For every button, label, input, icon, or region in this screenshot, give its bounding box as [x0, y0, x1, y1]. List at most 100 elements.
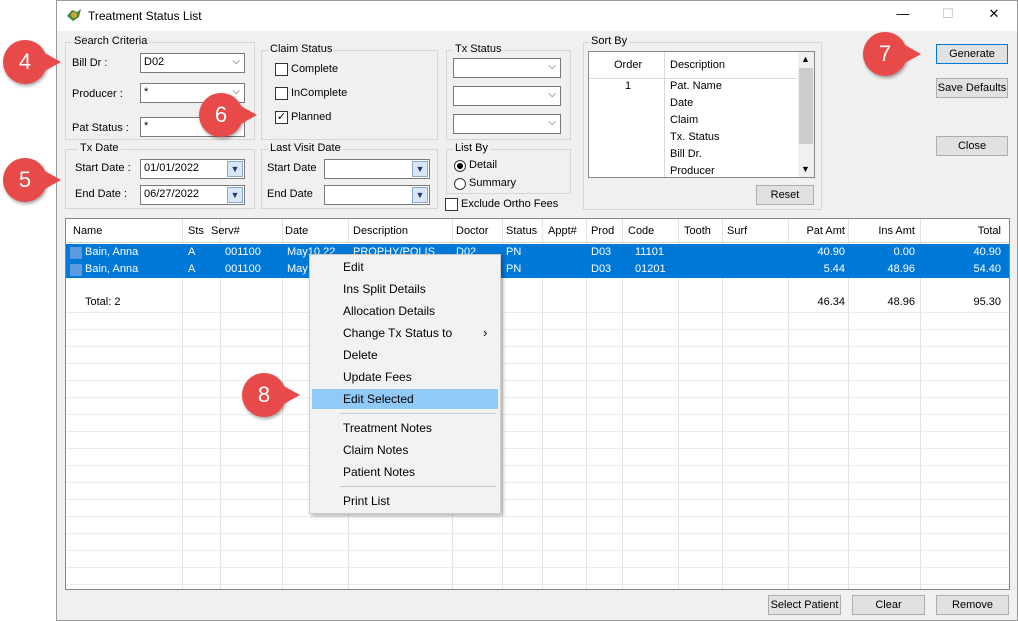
scroll-thumb[interactable]: [799, 68, 813, 144]
bill-dr-label: Bill Dr :: [72, 57, 108, 69]
cell-status: PN: [506, 246, 522, 258]
menu-item-ins-split-details[interactable]: Ins Split Details: [312, 279, 498, 299]
app-icon: [66, 8, 82, 22]
list-by-legend: List By: [453, 142, 491, 154]
sort-row-desc[interactable]: Tx. Status: [670, 131, 720, 143]
sort-description-header: Description: [670, 59, 726, 71]
col-header-serv[interactable]: Serv#: [208, 222, 243, 240]
sort-by-list[interactable]: Order Description 1 Pat. Name Date Claim…: [588, 51, 815, 178]
col-header-date[interactable]: Date: [282, 222, 311, 240]
cell-prod: D03: [591, 263, 612, 275]
lv-start-date-field[interactable]: ▼: [324, 159, 430, 179]
col-header-doctor[interactable]: Doctor: [453, 222, 491, 240]
sort-row-desc[interactable]: Bill Dr.: [670, 148, 702, 160]
col-header-ins-amt[interactable]: Ins Amt: [848, 222, 918, 240]
chevron-down-icon: ⌵: [548, 89, 556, 100]
col-header-appt[interactable]: Appt#: [545, 222, 580, 240]
calendar-dropdown-icon[interactable]: ▼: [227, 187, 243, 203]
menu-item-allocation-details[interactable]: Allocation Details: [312, 301, 498, 321]
col-header-name[interactable]: Name: [70, 222, 105, 240]
detail-radio[interactable]: [454, 160, 466, 172]
callout-5: 5: [3, 158, 61, 202]
planned-label: Planned: [291, 111, 332, 123]
chevron-down-icon: ⌵: [548, 117, 556, 128]
cell-name: Bain, Anna: [85, 263, 139, 275]
total-count: Total: 2: [85, 296, 121, 308]
callout-4: 4: [3, 40, 61, 84]
col-header-status[interactable]: Status: [503, 222, 540, 240]
reset-button[interactable]: Reset: [756, 185, 814, 205]
end-date-field[interactable]: 06/27/2022 ▼: [140, 185, 245, 205]
cell-code: 11101: [635, 246, 664, 258]
tx-status-select-2[interactable]: ⌵: [453, 86, 561, 106]
treatment-grid[interactable]: Name Sts Serv# Date Description Doctor S…: [65, 218, 1010, 590]
summary-radio[interactable]: [454, 178, 466, 190]
col-header-sts[interactable]: Sts: [185, 222, 207, 240]
tx-status-select-1[interactable]: ⌵: [453, 58, 561, 78]
producer-value: *: [144, 86, 149, 98]
maximize-button[interactable]: ☐: [938, 6, 958, 24]
cell-total: 54.40: [973, 263, 1001, 275]
cell-prod: D03: [591, 246, 612, 258]
sort-row-desc[interactable]: Producer: [670, 165, 715, 177]
close-window-button[interactable]: ✕: [984, 6, 1004, 24]
calendar-dropdown-icon[interactable]: ▼: [227, 161, 243, 177]
menu-item-edit[interactable]: Edit: [312, 257, 498, 277]
tx-status-select-3[interactable]: ⌵: [453, 114, 561, 134]
sort-scrollbar[interactable]: ▲ ▼: [798, 52, 814, 177]
cell-pat-amt: 40.90: [817, 246, 845, 258]
sort-row-desc[interactable]: Date: [670, 97, 693, 109]
menu-item-delete[interactable]: Delete: [312, 345, 498, 365]
select-patient-button[interactable]: Select Patient: [768, 595, 841, 615]
menu-item-treatment-notes[interactable]: Treatment Notes: [312, 418, 498, 438]
cell-ins-amt: 48.96: [887, 263, 915, 275]
menu-item-print-list[interactable]: Print List: [312, 491, 498, 511]
chevron-down-icon: ⌵: [548, 61, 556, 72]
col-header-code[interactable]: Code: [625, 222, 657, 240]
col-header-total[interactable]: Total: [920, 222, 1004, 240]
callout-8: 8: [242, 373, 300, 417]
row-marker: [70, 264, 82, 276]
sort-row-desc[interactable]: Pat. Name: [670, 80, 722, 92]
lv-start-date-label: Start Date: [267, 162, 317, 174]
cell-code: 01201: [635, 263, 666, 275]
scroll-up-icon[interactable]: ▲: [801, 54, 810, 64]
col-header-pat-amt[interactable]: Pat Amt: [788, 222, 848, 240]
col-header-description[interactable]: Description: [350, 222, 411, 240]
incomplete-checkbox[interactable]: [275, 87, 288, 100]
col-header-prod[interactable]: Prod: [588, 222, 617, 240]
start-date-field[interactable]: 01/01/2022 ▼: [140, 159, 245, 179]
complete-checkbox[interactable]: [275, 63, 288, 76]
scroll-down-icon[interactable]: ▼: [801, 164, 810, 174]
exclude-ortho-checkbox[interactable]: [445, 198, 458, 211]
col-header-surf[interactable]: Surf: [724, 222, 750, 240]
cell-status: PN: [506, 263, 522, 275]
calendar-dropdown-icon[interactable]: ▼: [412, 161, 428, 177]
sort-row-desc[interactable]: Claim: [670, 114, 698, 126]
bill-dr-select[interactable]: D02 ⌵: [140, 53, 245, 73]
pat-status-value: *: [144, 120, 149, 132]
end-date-label: End Date :: [75, 188, 127, 200]
generate-button[interactable]: Generate: [936, 44, 1008, 64]
lv-end-date-field[interactable]: ▼: [324, 185, 430, 205]
menu-item-claim-notes[interactable]: Claim Notes: [312, 440, 498, 460]
calendar-dropdown-icon[interactable]: ▼: [412, 187, 428, 203]
col-header-tooth[interactable]: Tooth: [681, 222, 714, 240]
planned-checkbox[interactable]: ✓: [275, 111, 288, 124]
save-defaults-button[interactable]: Save Defaults: [936, 78, 1008, 98]
minimize-button[interactable]: —: [893, 6, 913, 24]
menu-item-patient-notes[interactable]: Patient Notes: [312, 462, 498, 482]
bill-dr-value: D02: [144, 56, 165, 68]
menu-item-change-tx-status[interactable]: Change Tx Status to: [312, 323, 498, 343]
close-button[interactable]: Close: [936, 136, 1008, 156]
clear-button[interactable]: Clear: [852, 595, 925, 615]
menu-item-edit-selected[interactable]: Edit Selected: [312, 389, 498, 409]
producer-label: Producer :: [72, 88, 123, 100]
cell-serv: 001100: [225, 263, 261, 275]
remove-button[interactable]: Remove: [936, 595, 1009, 615]
sort-row-order: 1: [625, 80, 632, 92]
menu-item-update-fees[interactable]: Update Fees: [312, 367, 498, 387]
menu-separator: [340, 413, 496, 414]
cell-serv: 001100: [225, 246, 261, 258]
tx-status-legend: Tx Status: [453, 43, 504, 55]
